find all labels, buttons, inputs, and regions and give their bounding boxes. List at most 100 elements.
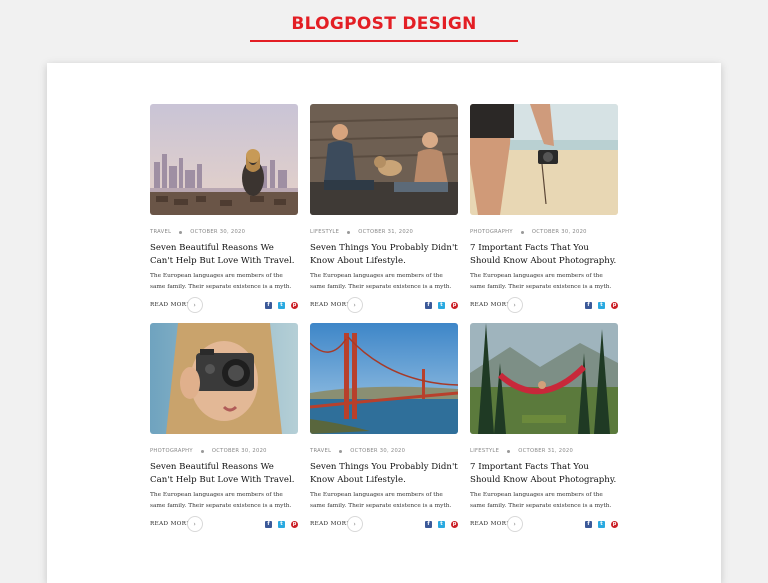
post-category[interactable]: TRAVEL xyxy=(310,448,331,454)
facebook-icon[interactable]: f xyxy=(265,301,272,309)
post-meta: PHOTOGRAPHY OCTOBER 30, 2020 xyxy=(470,227,618,237)
share-icons: f t p xyxy=(425,301,458,309)
post-date: OCTOBER 30, 2020 xyxy=(350,448,406,454)
meta-separator xyxy=(507,449,511,453)
post-title[interactable]: Seven Beautiful Reasons We Can't Help Bu… xyxy=(150,242,298,268)
facebook-icon[interactable]: f xyxy=(425,520,432,528)
post-meta: PHOTOGRAPHY OCTOBER 30, 2020 xyxy=(150,446,298,456)
read-more-label: READ MORE xyxy=(310,521,351,527)
read-more-button[interactable]: READ MORE › xyxy=(150,516,203,532)
chevron-right-icon: › xyxy=(186,297,203,313)
facebook-icon[interactable]: f xyxy=(585,520,592,528)
chevron-right-icon: › xyxy=(346,297,363,313)
read-more-button[interactable]: READ MORE › xyxy=(470,297,523,313)
twitter-icon[interactable]: t xyxy=(598,520,605,528)
post-footer: READ MORE › f t p xyxy=(310,516,458,532)
post-date: OCTOBER 30, 2020 xyxy=(531,229,587,235)
post-image[interactable] xyxy=(150,104,298,215)
friends-with-dog-photo xyxy=(310,104,458,215)
blog-post-card: LIFESTYLE OCTOBER 31, 2020 7 Important F… xyxy=(470,323,618,532)
post-image[interactable] xyxy=(310,104,458,215)
golden-gate-bridge-photo xyxy=(310,323,458,434)
blog-post-card: PHOTOGRAPHY OCTOBER 30, 2020 7 Important… xyxy=(470,104,618,313)
pinterest-icon[interactable]: p xyxy=(291,301,298,309)
share-icons: f t p xyxy=(265,301,298,309)
post-title[interactable]: 7 Important Facts That You Should Know A… xyxy=(470,242,618,268)
post-date: OCTOBER 31, 2020 xyxy=(518,448,574,454)
post-title[interactable]: Seven Things You Probably Didn't Know Ab… xyxy=(310,461,458,487)
blog-post-card: TRAVEL OCTOBER 30, 2020 Seven Beautiful … xyxy=(150,104,298,313)
facebook-icon[interactable]: f xyxy=(425,301,432,309)
pinterest-icon[interactable]: p xyxy=(451,520,458,528)
city-overlook-photo xyxy=(150,104,298,215)
meta-separator xyxy=(200,449,204,453)
chevron-right-icon: › xyxy=(346,516,363,532)
twitter-icon[interactable]: t xyxy=(278,520,285,528)
twitter-icon[interactable]: t xyxy=(598,301,605,309)
read-more-button[interactable]: READ MORE › xyxy=(310,516,363,532)
post-title[interactable]: Seven Beautiful Reasons We Can't Help Bu… xyxy=(150,461,298,487)
post-category[interactable]: TRAVEL xyxy=(150,229,171,235)
post-excerpt: The European languages are members of th… xyxy=(150,492,292,509)
chevron-right-icon: › xyxy=(506,297,523,313)
read-more-label: READ MORE xyxy=(150,302,191,308)
post-excerpt: The European languages are members of th… xyxy=(470,273,612,290)
post-image[interactable] xyxy=(150,323,298,434)
post-footer: READ MORE › f t p xyxy=(470,297,618,313)
facebook-icon[interactable]: f xyxy=(585,301,592,309)
read-more-label: READ MORE xyxy=(310,302,351,308)
share-icons: f t p xyxy=(585,520,618,528)
meta-separator xyxy=(339,449,343,453)
chevron-right-icon: › xyxy=(506,516,523,532)
post-footer: READ MORE › f t p xyxy=(310,297,458,313)
meta-separator xyxy=(347,230,351,234)
share-icons: f t p xyxy=(425,520,458,528)
post-meta: LIFESTYLE OCTOBER 31, 2020 xyxy=(470,446,618,456)
post-grid: TRAVEL OCTOBER 30, 2020 Seven Beautiful … xyxy=(150,104,618,532)
post-category[interactable]: PHOTOGRAPHY xyxy=(150,448,193,454)
twitter-icon[interactable]: t xyxy=(438,520,445,528)
post-meta: TRAVEL OCTOBER 30, 2020 xyxy=(150,227,298,237)
hammock-forest-photo xyxy=(470,323,618,434)
read-more-button[interactable]: READ MORE › xyxy=(310,297,363,313)
blog-post-card: PHOTOGRAPHY OCTOBER 30, 2020 Seven Beaut… xyxy=(150,323,298,532)
post-image[interactable] xyxy=(470,323,618,434)
post-category[interactable]: LIFESTYLE xyxy=(470,448,499,454)
blog-panel: TRAVEL OCTOBER 30, 2020 Seven Beautiful … xyxy=(47,63,721,583)
post-image[interactable] xyxy=(470,104,618,215)
post-footer: READ MORE › f t p xyxy=(470,516,618,532)
post-category[interactable]: LIFESTYLE xyxy=(310,229,339,235)
post-title[interactable]: Seven Things You Probably Didn't Know Ab… xyxy=(310,242,458,268)
post-title[interactable]: 7 Important Facts That You Should Know A… xyxy=(470,461,618,487)
post-footer: READ MORE › f t p xyxy=(150,297,298,313)
post-date: OCTOBER 31, 2020 xyxy=(358,229,414,235)
camera-on-beach-photo xyxy=(470,104,618,215)
facebook-icon[interactable]: f xyxy=(265,520,272,528)
share-icons: f t p xyxy=(265,520,298,528)
read-more-button[interactable]: READ MORE › xyxy=(470,516,523,532)
post-date: OCTOBER 30, 2020 xyxy=(190,229,246,235)
woman-with-camera-photo xyxy=(150,323,298,434)
pinterest-icon[interactable]: p xyxy=(611,520,618,528)
chevron-right-icon: › xyxy=(186,516,203,532)
post-image[interactable] xyxy=(310,323,458,434)
post-category[interactable]: PHOTOGRAPHY xyxy=(470,229,513,235)
post-excerpt: The European languages are members of th… xyxy=(150,273,292,290)
post-footer: READ MORE › f t p xyxy=(150,516,298,532)
pinterest-icon[interactable]: p xyxy=(291,520,298,528)
post-excerpt: The European languages are members of th… xyxy=(470,492,612,509)
post-date: OCTOBER 30, 2020 xyxy=(211,448,267,454)
read-more-button[interactable]: READ MORE › xyxy=(150,297,203,313)
read-more-label: READ MORE xyxy=(150,521,191,527)
twitter-icon[interactable]: t xyxy=(278,301,285,309)
pinterest-icon[interactable]: p xyxy=(451,301,458,309)
meta-separator xyxy=(179,230,183,234)
read-more-label: READ MORE xyxy=(470,521,511,527)
pinterest-icon[interactable]: p xyxy=(611,301,618,309)
meta-separator xyxy=(520,230,524,234)
blog-post-card: LIFESTYLE OCTOBER 31, 2020 Seven Things … xyxy=(310,104,458,313)
read-more-label: READ MORE xyxy=(470,302,511,308)
post-excerpt: The European languages are members of th… xyxy=(310,273,452,290)
share-icons: f t p xyxy=(585,301,618,309)
twitter-icon[interactable]: t xyxy=(438,301,445,309)
